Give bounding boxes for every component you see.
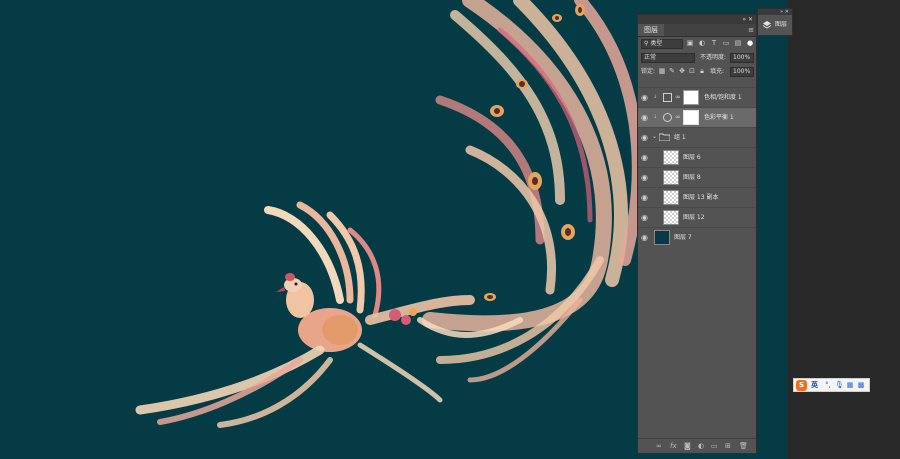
opacity-label: 不透明度:	[700, 54, 727, 61]
link-chain-icon[interactable]: ∞	[675, 113, 681, 122]
link-layers-icon[interactable]: ∞	[656, 441, 662, 451]
new-layer-icon[interactable]: ⊞	[725, 441, 731, 451]
layer-name: 图层 8	[683, 174, 701, 181]
panel-menu-icon[interactable]: ≡	[748, 25, 754, 35]
layer-thumbnail[interactable]	[663, 190, 679, 205]
panel-footer: ∞ fx ◙ ◐ ▭ ⊞ 🗑︎	[638, 438, 756, 453]
ime-toolbar[interactable]: S 英 °, 🎙︎ ▦ ▩	[793, 378, 870, 392]
fx-style-icon[interactable]: fx	[670, 441, 677, 451]
panel-tab-bar: 图层 ≡	[638, 24, 756, 37]
filter-type-icon[interactable]: T	[710, 39, 718, 48]
visibility-eye-icon[interactable]: ◉	[640, 213, 649, 222]
blend-mode-value: 正常	[644, 54, 657, 61]
collapse-icon[interactable]: » ✕	[742, 15, 753, 24]
opacity-value: 100%	[733, 54, 751, 61]
blend-mode-select[interactable]: 正常	[641, 53, 695, 63]
delete-layer-icon[interactable]: 🗑︎	[739, 441, 748, 451]
chevron-down-icon[interactable]: ⌄	[652, 133, 657, 140]
layer-thumbnail[interactable]	[663, 210, 679, 225]
lock-transparent-icon[interactable]: ▦	[658, 67, 666, 76]
toolbox-icon[interactable]: ▩	[857, 381, 865, 390]
color-balance-adjustment-icon	[663, 113, 672, 122]
ime-language-toggle[interactable]: 英	[811, 380, 818, 391]
filter-toggle-icon[interactable]: ●	[746, 39, 754, 48]
folder-icon	[659, 133, 670, 141]
fill-input[interactable]: 100%	[730, 67, 754, 77]
microphone-icon[interactable]: 🎙︎	[835, 381, 844, 390]
lock-row: 锁定: ▦ ✎ ✥ ⊡ 🔒︎ 填充: 100%	[638, 65, 756, 79]
filter-kind-label: 类型	[650, 40, 663, 47]
visibility-eye-icon[interactable]: ◉	[640, 233, 649, 242]
layers-panel: » ✕ 图层 ≡ ⚲ 类型 ▣ ◐ T ▭ ▤ ● 正常 不透明度: 100% …	[637, 14, 757, 454]
filter-kind-select[interactable]: ⚲ 类型	[641, 39, 683, 49]
document-canvas[interactable]	[0, 0, 900, 459]
layer-group-row[interactable]: ◉ ⌄ 组 1	[638, 127, 756, 147]
new-adjustment-icon[interactable]: ◐	[698, 441, 704, 451]
dock-label: 图层	[775, 21, 788, 28]
filter-shape-icon[interactable]: ▭	[722, 39, 730, 48]
layer-name: 图层 6	[683, 154, 701, 161]
clip-indicator-icon: ↓	[653, 114, 658, 120]
link-chain-icon[interactable]: ∞	[675, 93, 681, 102]
layer-row[interactable]: ◉ 图层 8	[638, 167, 756, 187]
visibility-eye-icon[interactable]: ◉	[640, 93, 649, 102]
layers-stack-icon	[762, 21, 772, 29]
layer-thumbnail[interactable]	[663, 170, 679, 185]
dock-title-bar[interactable]: » ✕	[758, 9, 792, 15]
add-mask-icon[interactable]: ◙	[684, 441, 691, 451]
new-group-icon[interactable]: ▭	[711, 441, 718, 451]
panel-title-bar[interactable]: » ✕	[638, 15, 756, 24]
punctuation-icon[interactable]: °,	[824, 381, 832, 390]
layer-thumbnail[interactable]	[654, 230, 670, 245]
opacity-input[interactable]: 100%	[730, 53, 754, 63]
lock-image-icon[interactable]: ✎	[668, 67, 676, 76]
lock-all-icon[interactable]: 🔒︎	[698, 67, 706, 76]
filter-pixel-icon[interactable]: ▣	[686, 39, 694, 48]
layer-row[interactable]: ◉ ↓ ∞ 色相/饱和度 1	[638, 87, 756, 107]
filter-smartobject-icon[interactable]: ▤	[734, 39, 742, 48]
visibility-eye-icon[interactable]: ◉	[640, 193, 649, 202]
layer-name: 图层 13 副本	[683, 194, 719, 201]
visibility-eye-icon[interactable]: ◉	[640, 173, 649, 182]
blend-row: 正常 不透明度: 100%	[638, 51, 756, 65]
layer-name: 图层 12	[683, 214, 705, 221]
layer-row[interactable]: ◉ 图层 7	[638, 227, 756, 247]
layer-mask-thumbnail[interactable]	[683, 90, 699, 105]
layer-name: 图层 7	[674, 234, 692, 241]
layer-name: 色彩平衡 1	[704, 114, 734, 121]
layer-name: 色相/饱和度 1	[704, 94, 742, 101]
visibility-eye-icon[interactable]: ◉	[640, 113, 649, 122]
keyboard-icon[interactable]: ▦	[846, 381, 854, 390]
layers-list: ◉ ↓ ∞ 色相/饱和度 1 ◉ ↓ ∞ 色彩平衡 1 ◉ ⌄ 组 1 ◉ 图层	[638, 87, 756, 247]
layer-name: 组 1	[674, 134, 686, 141]
layer-mask-thumbnail[interactable]	[683, 110, 699, 125]
fill-label: 填充:	[710, 68, 725, 75]
canvas-background	[0, 0, 900, 459]
hue-saturation-adjustment-icon	[663, 93, 672, 102]
layer-thumbnail[interactable]	[663, 150, 679, 165]
lock-artboard-icon[interactable]: ⊡	[688, 67, 696, 76]
visibility-eye-icon[interactable]: ◉	[640, 133, 649, 142]
layer-row[interactable]: ◉ 图层 13 副本	[638, 187, 756, 207]
tab-layers[interactable]: 图层	[638, 24, 664, 36]
collapsed-layers-dock[interactable]: » ✕ 图层	[757, 8, 793, 36]
filter-row: ⚲ 类型 ▣ ◐ T ▭ ▤ ●	[638, 37, 756, 51]
sogou-logo-icon[interactable]: S	[796, 380, 807, 391]
layer-row-selected[interactable]: ◉ ↓ ∞ 色彩平衡 1	[638, 107, 756, 127]
visibility-eye-icon[interactable]: ◉	[640, 153, 649, 162]
lock-label: 锁定:	[641, 68, 656, 75]
filter-adjustment-icon[interactable]: ◐	[698, 39, 706, 48]
layer-row[interactable]: ◉ 图层 6	[638, 147, 756, 167]
clip-indicator-icon: ↓	[653, 94, 658, 100]
fill-value: 100%	[733, 68, 751, 75]
lock-position-icon[interactable]: ✥	[678, 67, 686, 76]
layer-row[interactable]: ◉ 图层 12	[638, 207, 756, 227]
